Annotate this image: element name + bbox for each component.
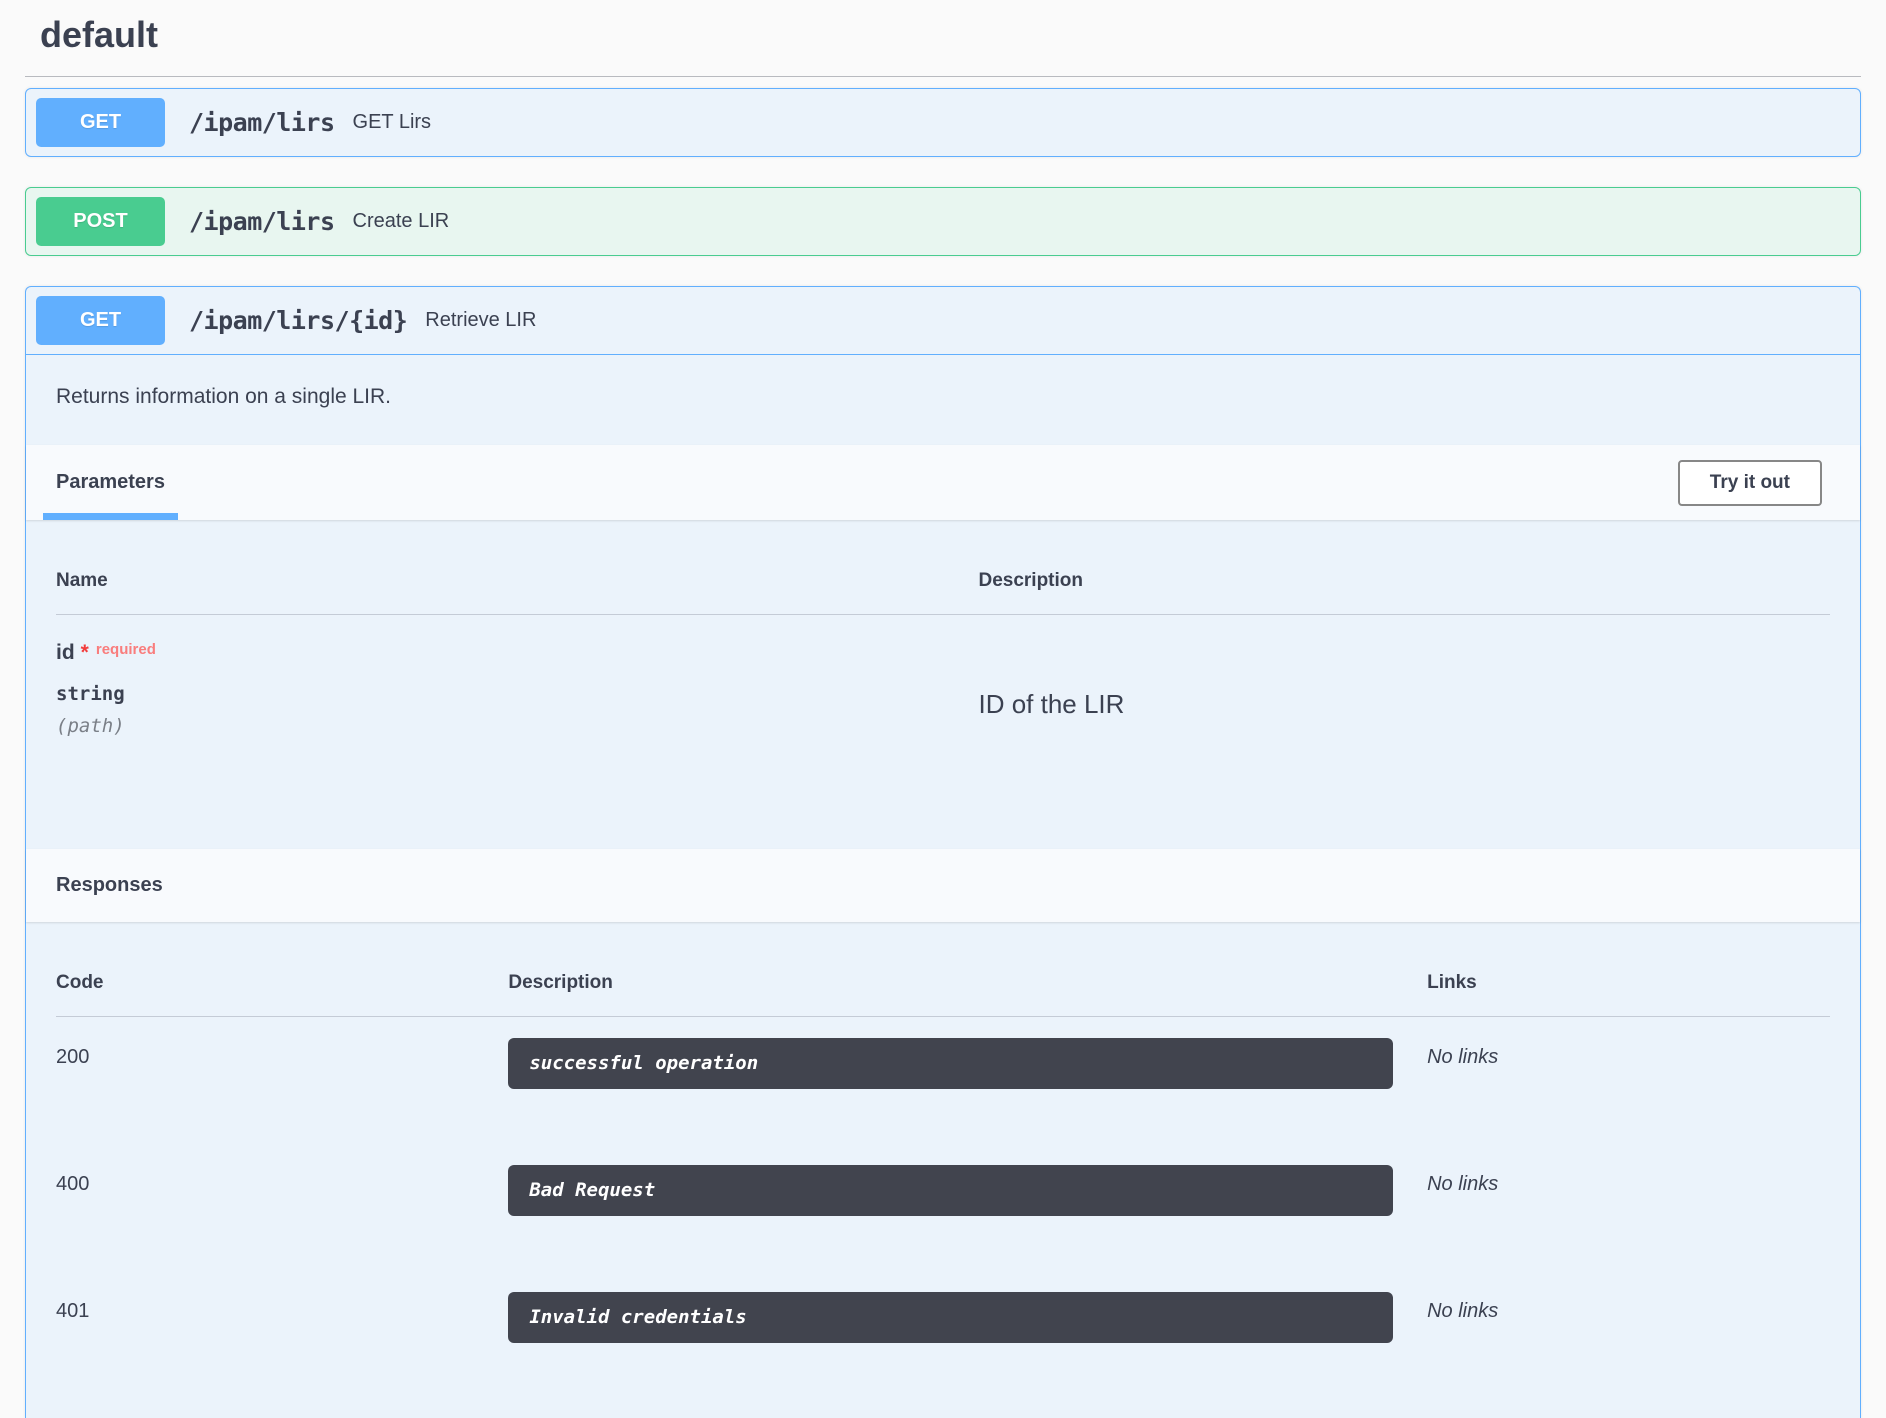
tab-parameters-label: Parameters <box>56 471 165 494</box>
column-header-code: Code <box>56 972 508 994</box>
try-it-out-button[interactable]: Try it out <box>1678 460 1822 506</box>
response-description: successful operation <box>508 1038 1393 1089</box>
response-links: No links <box>1413 1165 1830 1216</box>
response-code: 400 <box>56 1165 508 1216</box>
responses-title: Responses <box>56 874 163 897</box>
opblock-summary-text: Retrieve LIR <box>425 309 536 332</box>
parameter-row-id: id*required string (path) ID of the LIR <box>56 615 1830 737</box>
response-code: 200 <box>56 1038 508 1089</box>
response-description-cell: Bad Request <box>508 1165 1413 1216</box>
opblock-path: /ipam/lirs <box>189 108 335 137</box>
opblock-get-lir-by-id: GET /ipam/lirs/{id} Retrieve LIR Returns… <box>25 286 1861 1418</box>
parameter-name: id*required <box>56 641 978 665</box>
responses-section-header: Responses <box>26 849 1860 922</box>
tag-divider <box>25 76 1861 77</box>
opblock-path: /ipam/lirs <box>189 207 335 236</box>
response-description: Invalid credentials <box>508 1292 1393 1343</box>
response-description-cell: successful operation <box>508 1038 1413 1089</box>
response-code: 401 <box>56 1292 508 1343</box>
opblock-summary-get-lirs[interactable]: GET /ipam/lirs GET Lirs <box>26 89 1860 156</box>
column-header-links: Links <box>1413 972 1830 994</box>
column-header-name: Name <box>56 570 978 592</box>
tag-section-header[interactable]: default <box>25 0 1861 76</box>
parameter-description-cell: ID of the LIR <box>978 641 1830 737</box>
opblock-path: /ipam/lirs/{id} <box>189 306 407 335</box>
tab-active-underline <box>43 513 178 520</box>
opblock-summary-text: GET Lirs <box>353 111 432 134</box>
parameters-section-header: Parameters Try it out <box>26 445 1860 520</box>
opblock-summary-get-lir-by-id[interactable]: GET /ipam/lirs/{id} Retrieve LIR <box>26 287 1860 355</box>
response-links: No links <box>1413 1038 1830 1089</box>
opblock-summary-text: Create LIR <box>353 210 450 233</box>
response-row-400: 400 Bad Request No links <box>56 1144 1830 1216</box>
parameter-location: (path) <box>56 715 978 737</box>
required-label: required <box>96 641 156 658</box>
responses-table-head: Code Description Links <box>56 956 1830 1017</box>
column-header-description: Description <box>978 570 1830 592</box>
tag-title: default <box>40 14 158 56</box>
opblock-body: Returns information on a single LIR. Par… <box>26 355 1860 1418</box>
method-badge-get: GET <box>36 296 165 345</box>
operation-description: Returns information on a single LIR. <box>26 355 1860 445</box>
opblock-summary-post-lirs[interactable]: POST /ipam/lirs Create LIR <box>26 188 1860 255</box>
column-header-description: Description <box>508 972 1413 994</box>
response-row-200: 200 successful operation No links <box>56 1017 1830 1089</box>
response-links: No links <box>1413 1292 1830 1343</box>
parameter-name-cell: id*required string (path) <box>56 641 978 737</box>
response-description-cell: Invalid credentials <box>508 1292 1413 1343</box>
method-badge-post: POST <box>36 197 165 246</box>
responses-table: Code Description Links 200 successful op… <box>26 922 1860 1418</box>
response-description: Bad Request <box>508 1165 1393 1216</box>
required-asterisk: * <box>81 641 89 664</box>
opblock-get-lirs: GET /ipam/lirs GET Lirs <box>25 88 1861 157</box>
response-row-401: 401 Invalid credentials No links <box>56 1271 1830 1343</box>
parameter-description: ID of the LIR <box>978 689 1830 720</box>
parameters-table-head: Name Description <box>56 554 1830 615</box>
opblock-post-lirs: POST /ipam/lirs Create LIR <box>25 187 1861 256</box>
parameters-table: Name Description id*required string (pat… <box>26 520 1860 849</box>
tab-parameters[interactable]: Parameters <box>43 445 178 520</box>
api-docs-page: default GET /ipam/lirs GET Lirs POST /ip… <box>0 0 1886 1418</box>
parameter-type: string <box>56 683 978 705</box>
method-badge-get: GET <box>36 98 165 147</box>
